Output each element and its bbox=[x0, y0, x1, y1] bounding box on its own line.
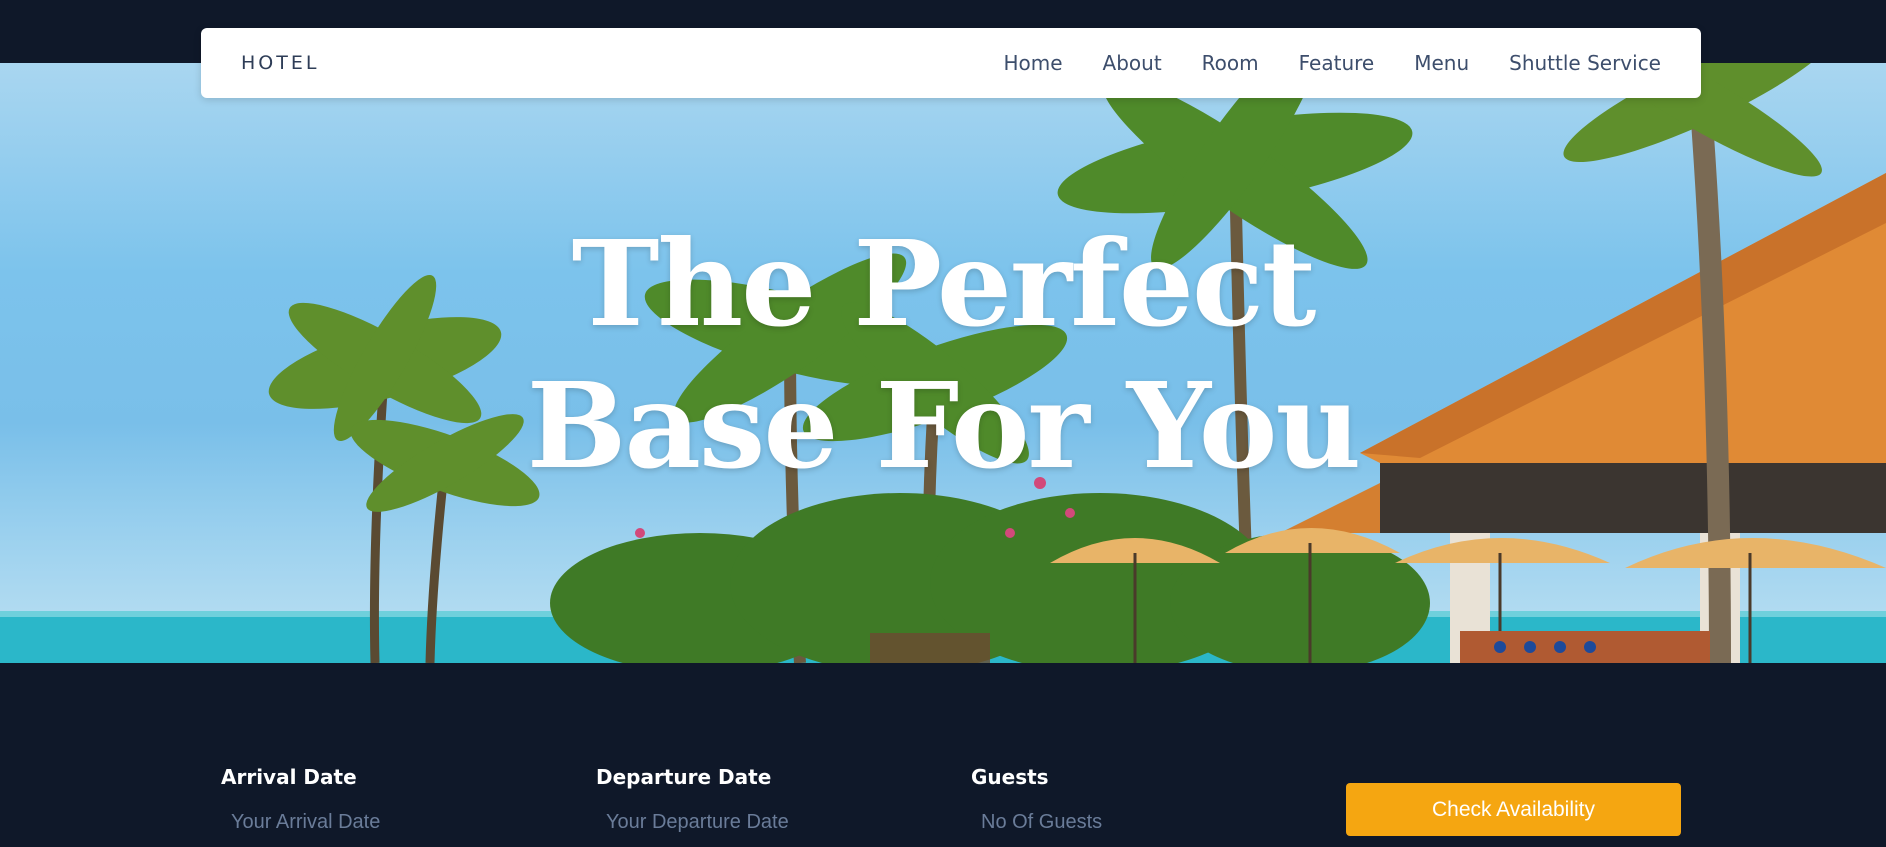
departure-date-input[interactable] bbox=[606, 807, 906, 837]
hero-title-line-1: The Perfect bbox=[571, 214, 1317, 353]
nav-item-about[interactable]: About bbox=[1103, 51, 1162, 75]
check-availability-button[interactable]: Check Availability bbox=[1346, 783, 1681, 836]
nav-item-home[interactable]: Home bbox=[1003, 51, 1062, 75]
arrival-date-input[interactable] bbox=[231, 807, 531, 837]
guests-label: Guests bbox=[971, 765, 1049, 789]
page: The Perfect Base For You HOTEL Home Abou… bbox=[0, 0, 1886, 847]
nav-item-feature[interactable]: Feature bbox=[1299, 51, 1375, 75]
nav-item-room[interactable]: Room bbox=[1202, 51, 1259, 75]
hero-section: The Perfect Base For You bbox=[0, 63, 1886, 663]
booking-form: Arrival Date Departure Date Guests Check… bbox=[0, 663, 1886, 847]
nav-links: Home About Room Feature Menu Shuttle Ser… bbox=[1003, 51, 1661, 75]
departure-date-field: Departure Date bbox=[596, 765, 906, 837]
nav-item-shuttle-service[interactable]: Shuttle Service bbox=[1509, 51, 1661, 75]
hero-title: The Perfect Base For You bbox=[0, 213, 1886, 497]
hero-title-line-2: Base For You bbox=[526, 356, 1362, 495]
guests-input[interactable] bbox=[981, 807, 1281, 837]
arrival-date-label: Arrival Date bbox=[221, 765, 357, 789]
arrival-date-field: Arrival Date bbox=[221, 765, 531, 837]
guests-field: Guests bbox=[971, 765, 1281, 837]
departure-date-label: Departure Date bbox=[596, 765, 772, 789]
brand-logo[interactable]: HOTEL bbox=[241, 52, 319, 74]
navbar: HOTEL Home About Room Feature Menu Shutt… bbox=[201, 28, 1701, 98]
nav-item-menu[interactable]: Menu bbox=[1414, 51, 1469, 75]
